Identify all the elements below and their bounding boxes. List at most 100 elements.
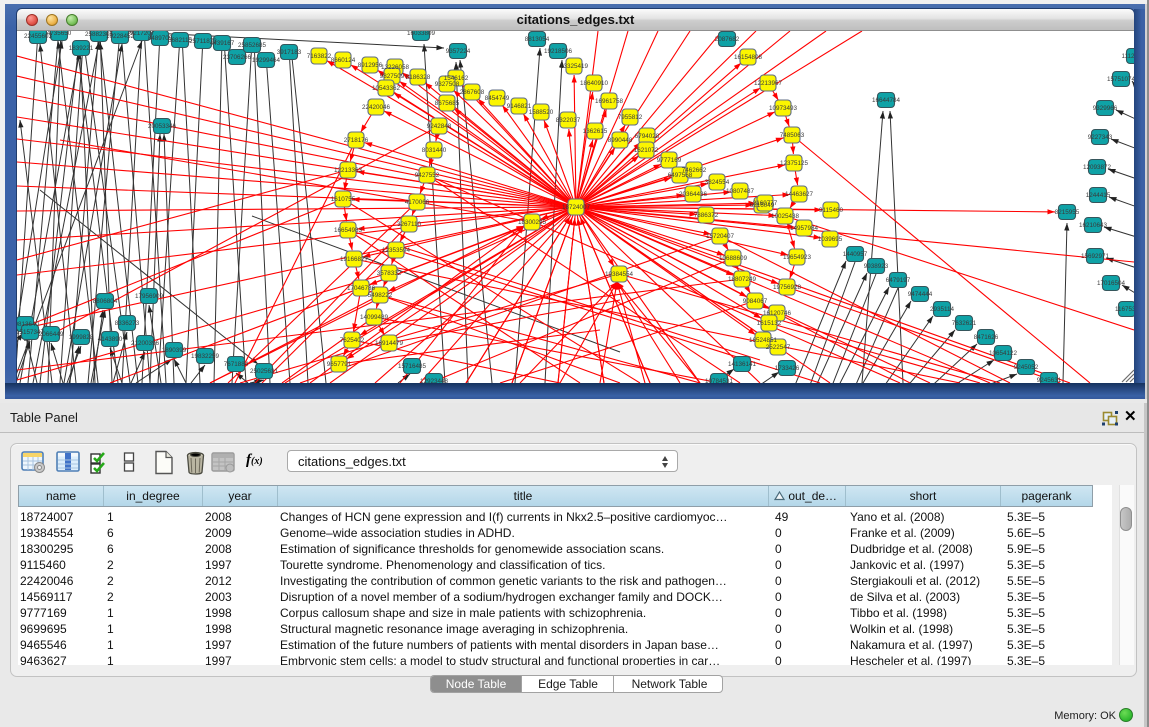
svg-text:8322037: 8322037 xyxy=(556,117,581,124)
svg-text:1588520: 1588520 xyxy=(529,109,554,116)
svg-text:10973493: 10973493 xyxy=(769,105,798,112)
svg-text:18807249: 18807249 xyxy=(728,276,757,283)
svg-text:7671884: 7671884 xyxy=(224,361,249,368)
svg-text:19832259: 19832259 xyxy=(191,353,220,360)
svg-text:7886372: 7886372 xyxy=(694,212,719,219)
svg-text:18724007: 18724007 xyxy=(562,204,591,211)
svg-text:23706266: 23706266 xyxy=(223,54,252,61)
svg-text:8454749: 8454749 xyxy=(485,95,510,102)
svg-text:4143890: 4143890 xyxy=(98,336,123,343)
svg-text:7163822: 7163822 xyxy=(307,53,332,60)
svg-text:10543362: 10543362 xyxy=(372,85,401,92)
svg-text:9084067: 9084067 xyxy=(743,298,768,305)
svg-text:1610755: 1610755 xyxy=(331,196,356,203)
svg-text:1615132: 1615132 xyxy=(757,320,782,327)
svg-text:9242848: 9242848 xyxy=(427,123,452,130)
svg-text:8471626: 8471626 xyxy=(974,334,999,341)
svg-text:25852685: 25852685 xyxy=(238,42,267,49)
svg-text:19166827: 19166827 xyxy=(340,256,369,263)
svg-text:5498222: 5498222 xyxy=(368,292,393,299)
svg-text:1039695: 1039695 xyxy=(818,236,843,243)
svg-text:7632621: 7632621 xyxy=(952,320,977,327)
svg-text:9245631: 9245631 xyxy=(1037,377,1062,383)
svg-text:10807487: 10807487 xyxy=(726,188,755,195)
svg-text:16524851: 16524851 xyxy=(749,337,778,344)
svg-text:9245052: 9245052 xyxy=(1014,364,1039,371)
svg-text:15751074: 15751074 xyxy=(1107,76,1134,83)
svg-text:10784531: 10784531 xyxy=(705,378,734,383)
svg-text:17016504: 17016504 xyxy=(1097,280,1126,287)
svg-text:18300295: 18300295 xyxy=(518,219,547,226)
svg-text:2160777: 2160777 xyxy=(753,200,778,207)
svg-text:13226058: 13226058 xyxy=(381,64,410,71)
svg-text:10654122: 10654122 xyxy=(989,350,1018,357)
svg-text:1839221: 1839221 xyxy=(69,45,94,52)
svg-text:25025631: 25025631 xyxy=(250,368,279,375)
svg-text:8806804: 8806804 xyxy=(93,298,118,305)
svg-text:3578332: 3578332 xyxy=(377,270,402,277)
svg-text:3824554: 3824554 xyxy=(705,179,730,186)
svg-text:1733426: 1733426 xyxy=(775,365,800,372)
svg-text:9777169: 9777169 xyxy=(657,157,682,164)
svg-text:3917183: 3917183 xyxy=(277,49,302,56)
svg-text:1999828: 1999828 xyxy=(69,334,94,341)
svg-text:9827509: 9827509 xyxy=(380,73,405,80)
svg-text:4439167: 4439167 xyxy=(210,40,235,47)
svg-text:16120746: 16120746 xyxy=(763,310,792,317)
svg-text:16210643: 16210643 xyxy=(1079,222,1108,229)
svg-text:12353594: 12353594 xyxy=(382,247,411,254)
svg-text:8660124: 8660124 xyxy=(331,57,356,64)
svg-text:17956909: 17956909 xyxy=(135,293,164,300)
svg-text:12213363: 12213363 xyxy=(334,167,363,174)
svg-text:1621072: 1621072 xyxy=(634,147,659,154)
svg-text:2066449: 2066449 xyxy=(39,331,64,338)
svg-text:11123044: 11123044 xyxy=(1121,53,1134,60)
svg-text:14136141: 14136141 xyxy=(728,361,757,368)
svg-text:9938923: 9938923 xyxy=(864,263,889,270)
svg-text:12375125: 12375125 xyxy=(780,160,809,167)
svg-text:9115460: 9115460 xyxy=(819,207,844,214)
svg-text:16644784: 16644784 xyxy=(872,97,901,104)
svg-text:9329966: 9329966 xyxy=(1093,105,1118,112)
svg-text:9427552: 9427552 xyxy=(415,172,440,179)
svg-text:16033809: 16033809 xyxy=(407,31,436,37)
svg-text:16914479: 16914479 xyxy=(375,340,404,347)
svg-text:19218506: 19218506 xyxy=(544,48,573,55)
svg-text:19299464: 19299464 xyxy=(252,57,281,64)
svg-text:8990448: 8990448 xyxy=(608,137,633,144)
svg-text:7955812: 7955812 xyxy=(618,114,643,121)
svg-text:6479197: 6479197 xyxy=(886,277,911,284)
svg-text:8186328: 8186328 xyxy=(406,74,431,81)
svg-text:13325419: 13325419 xyxy=(560,63,589,70)
svg-text:15720407: 15720407 xyxy=(706,233,735,240)
svg-text:9327508: 9327508 xyxy=(435,81,460,88)
svg-text:18640910: 18640910 xyxy=(580,80,609,87)
svg-text:21200396: 21200396 xyxy=(131,340,160,347)
svg-text:7462662: 7462662 xyxy=(682,167,707,174)
svg-text:14957984: 14957984 xyxy=(790,225,819,232)
svg-text:1890399: 1890399 xyxy=(162,347,187,354)
svg-text:7625402: 7625402 xyxy=(340,337,365,344)
svg-text:17046786: 17046786 xyxy=(347,285,376,292)
svg-text:3267110: 3267110 xyxy=(397,221,422,228)
svg-text:10688609: 10688609 xyxy=(719,255,748,262)
svg-text:12923448: 12923448 xyxy=(420,378,449,383)
svg-text:19384554: 19384554 xyxy=(605,271,634,278)
svg-text:1440957: 1440957 xyxy=(843,251,868,258)
svg-text:20813640: 20813640 xyxy=(17,321,39,328)
svg-text:8912956: 8912956 xyxy=(358,62,383,69)
svg-text:16154808: 16154808 xyxy=(734,54,763,61)
svg-text:2718176: 2718176 xyxy=(344,137,369,144)
svg-text:19654923: 19654923 xyxy=(783,254,812,261)
svg-text:19756928: 19756928 xyxy=(773,284,802,291)
svg-text:22420046: 22420046 xyxy=(362,104,391,111)
svg-text:15716485: 15716485 xyxy=(398,363,427,370)
svg-text:20364436: 20364436 xyxy=(679,191,708,198)
svg-text:6794028: 6794028 xyxy=(635,133,660,140)
svg-text:8813054: 8813054 xyxy=(525,36,550,43)
svg-text:2522547: 2522547 xyxy=(766,344,791,351)
svg-text:8031440: 8031440 xyxy=(422,147,447,154)
svg-text:8215955: 8215955 xyxy=(1055,209,1080,216)
svg-text:9657791: 9657791 xyxy=(327,361,352,368)
svg-text:2935114: 2935114 xyxy=(930,306,955,313)
